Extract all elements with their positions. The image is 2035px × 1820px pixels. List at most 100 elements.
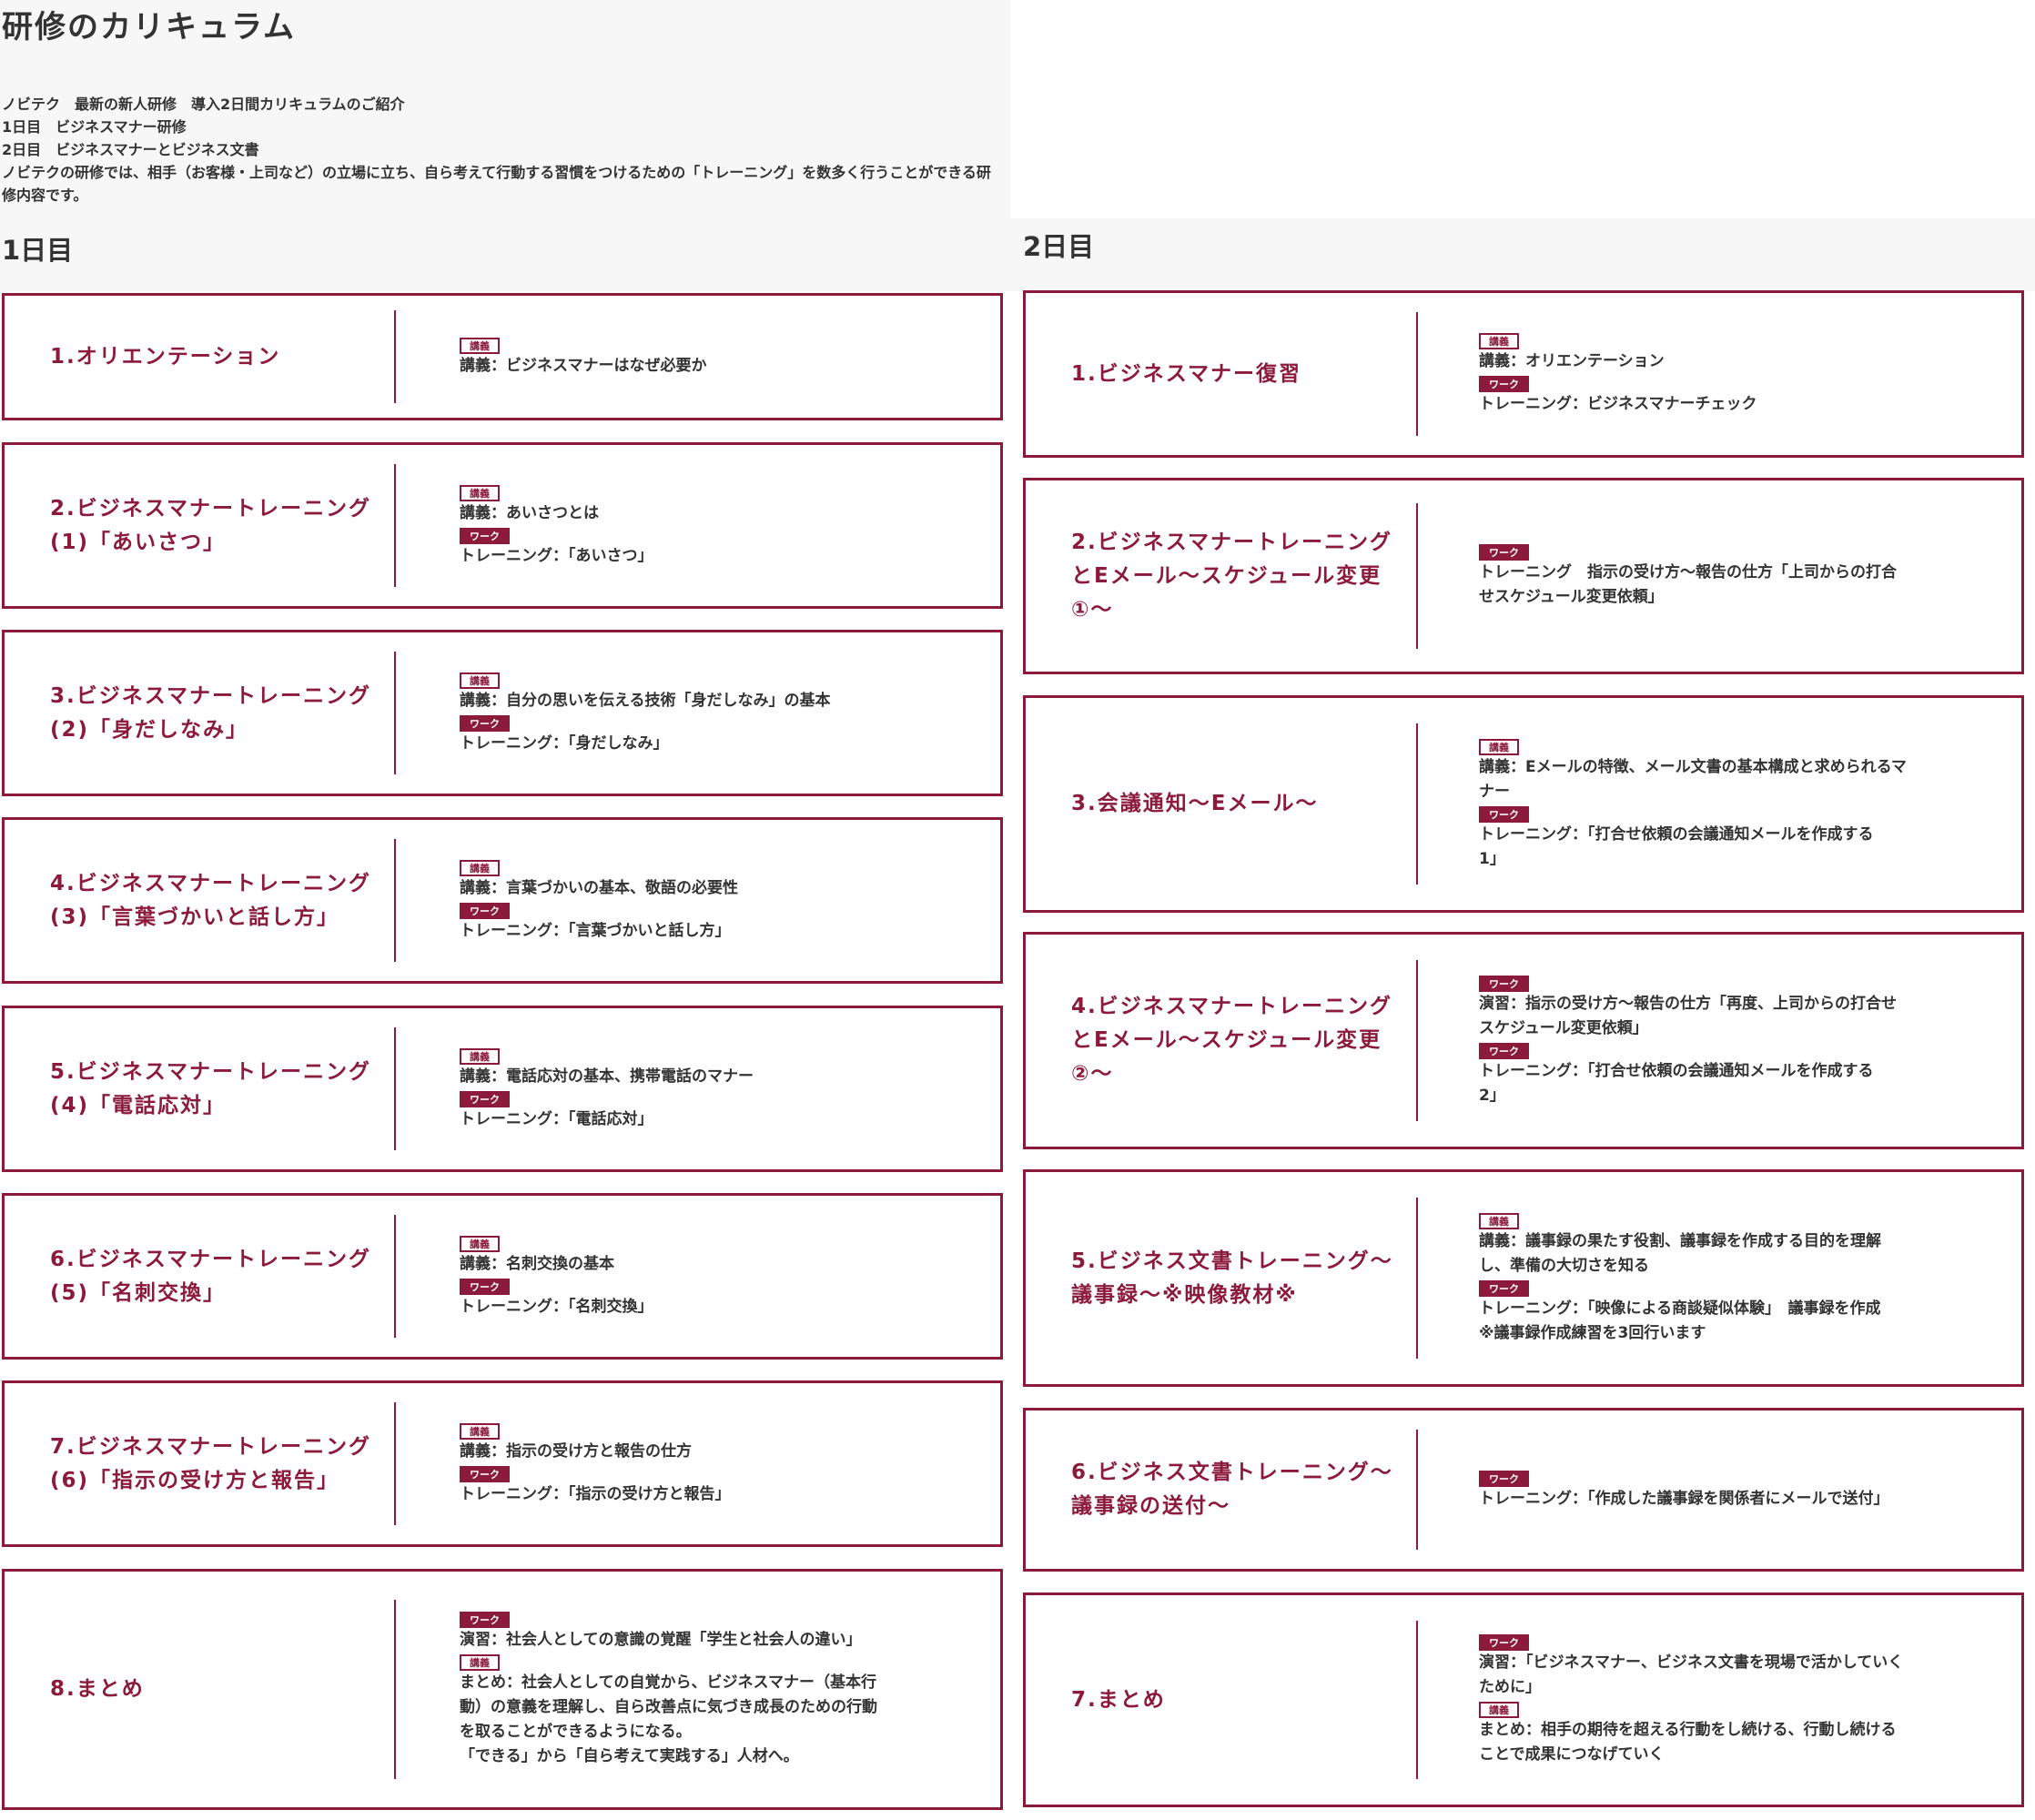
intro-text: ノビテク 最新の新人研修 導入2日間カリキュラムのご紹介 1日目 ビジネスマナー…: [2, 93, 994, 207]
session-title-line: 3.会議通知～Eメール～: [1071, 792, 1319, 815]
session-card: 1.オリエンテーション 講義 講義：ビジネスマナーはなぜ必要か: [2, 293, 1003, 420]
session-divider: [1416, 1620, 1418, 1780]
session-title-line: 2.ビジネスマナートレーニング: [1071, 530, 1393, 554]
session-title: 2.ビジネスマナートレーニング とEメール～スケジュール変更 ①～: [1071, 480, 1392, 672]
work-badge: ワーク: [1479, 1279, 1529, 1297]
session-title-line: 1.ビジネスマナー復習: [1071, 361, 1302, 386]
work-badge: ワーク: [460, 527, 510, 544]
session-title-line: ②～: [1071, 1062, 1114, 1086]
session-card: 4.ビジネスマナートレーニング とEメール～スケジュール変更 ②～ ワーク 演習：指示の…: [1023, 932, 2024, 1149]
day2-heading: 2日目: [1023, 231, 1095, 262]
session-card: 7.まとめ ワーク 演習：「ビジネスマナー、ビジネス文書を現場で活かしていく ために」…: [1023, 1592, 2024, 1807]
session-item-text: まとめ：社会人としての自覚から、ビジネスマナー（基本行: [460, 1673, 876, 1692]
session-title-line: とEメール～スケジュール変更: [1071, 563, 1382, 588]
session-title-line: とEメール～スケジュール変更: [1071, 1028, 1382, 1052]
session-title-line: 6.ビジネスマナートレーニング: [50, 1247, 372, 1271]
session-item-text: 講義：電話応対の基本、携帯電話のマナー: [460, 1067, 754, 1086]
session-item-text: トレーニング：「作成した議事録を関係者にメールで送付」: [1479, 1489, 1889, 1508]
lecture-badge: 講義: [460, 1654, 500, 1671]
lecture-badge: 講義: [460, 1422, 500, 1440]
session-item-text: 講義：ビジネスマナーはなぜ必要か: [460, 356, 707, 375]
lecture-badge: 講義: [460, 672, 500, 689]
session-item-text: まとめ：相手の期待を超える行動をし続ける、行動し続ける: [1479, 1721, 1897, 1739]
session-title-line: 3.ビジネスマナートレーニング: [50, 683, 372, 708]
session-card: 5.ビジネスマナートレーニング (4)「電話応対」 講義 講義：電話応対の基本、携帯電…: [2, 1006, 1003, 1172]
work-badge: ワーク: [460, 1465, 510, 1482]
session-card: 5.ビジネス文書トレーニング～ 議事録～※映像教材※ 講義 講義：議事録の果たす役割、…: [1023, 1169, 2024, 1387]
session-item-text: トレーニング：「指示の受け方と報告」: [460, 1484, 731, 1503]
day1-heading: 1日目: [2, 235, 74, 266]
session-title: 3.ビジネスマナートレーニング (2)「身だしなみ」: [50, 632, 371, 794]
work-badge: ワーク: [1479, 1470, 1529, 1487]
session-divider: [394, 652, 396, 774]
session-divider: [394, 1215, 396, 1338]
session-divider: [1416, 723, 1418, 885]
session-title-line: 7.ビジネスマナートレーニング: [50, 1434, 372, 1459]
lecture-badge: 講義: [460, 1235, 500, 1252]
work-badge: ワーク: [460, 902, 510, 919]
session-item-text: トレーニング：「言葉づかいと話し方」: [460, 921, 731, 940]
session-item-text: 「できる」から「自ら考えて実践する」人材へ。: [460, 1747, 799, 1765]
lecture-badge: 講義: [460, 859, 500, 876]
session-card: 7.ビジネスマナートレーニング (6)「指示の受け方と報告」 講義 講義：指示の受け方…: [2, 1380, 1003, 1547]
session-item-text: トレーニング：ビジネスマナーチェック: [1479, 395, 1757, 413]
session-title: 4.ビジネスマナートレーニング (3)「言葉づかいと話し方」: [50, 820, 371, 981]
lecture-badge: 講義: [1479, 333, 1519, 349]
session-card: 3.会議通知～Eメール～ 講義 講義：Eメールの特徴、メール文書の基本構成と求められ…: [1023, 695, 2024, 913]
session-title: 1.ビジネスマナー復習: [1071, 293, 1301, 455]
session-card: 8.まとめ ワーク 演習：社会人としての意識の覚醒「学生と社会人の違い」 講義 まとめ：…: [2, 1569, 1003, 1810]
work-badge: ワーク: [460, 714, 510, 732]
session-title-line: 1.オリエンテーション: [50, 344, 281, 369]
session-item-text: トレーニング：「映像による商談疑似体験」 議事録を作成: [1479, 1299, 1881, 1318]
session-title: 8.まとめ: [50, 1572, 145, 1807]
session-title-line: (1)「あいさつ」: [50, 530, 227, 554]
session-item-text: 講義：自分の思いを伝える技術「身だしなみ」の基本: [460, 691, 831, 710]
session-title-line: (3)「言葉づかいと話し方」: [50, 905, 340, 929]
session-item-text: トレーニング 指示の受け方～報告の仕方「上司からの打合: [1479, 563, 1897, 581]
session-divider: [394, 1600, 396, 1779]
session-title-line: 6.ビジネス文書トレーニング～: [1071, 1461, 1393, 1484]
session-item-text: ために」: [1479, 1678, 1541, 1696]
session-content: ワーク 演習：「ビジネスマナー、ビジネス文書を現場で活かしていく ために」 講義 まとめ…: [1479, 1595, 1989, 1805]
session-content: 講義講義：オリエンテーション ワークトレーニング：ビジネスマナーチェック: [1479, 293, 1989, 455]
session-item-text: トレーニング：「名刺交換」: [460, 1297, 653, 1316]
session-content: 講義講義：あいさつとは ワークトレーニング：「あいさつ」: [460, 445, 969, 606]
session-divider: [394, 839, 396, 962]
work-badge: ワーク: [1479, 376, 1529, 392]
session-item-text: 講義：指示の受け方と報告の仕方: [460, 1441, 692, 1461]
work-badge: ワーク: [1479, 805, 1529, 823]
session-item-text: 講義：オリエンテーション: [1479, 352, 1665, 370]
session-divider: [394, 464, 396, 587]
session-item-text: スケジュール変更依頼」: [1479, 1018, 1648, 1037]
intro-line: 2日目 ビジネスマナーとビジネス文書: [2, 141, 259, 158]
work-badge: ワーク: [460, 1090, 510, 1107]
session-item-text: トレーニング：「打合せ依頼の会議通知メールを作成する: [1479, 1061, 1874, 1080]
intro-line: ノビテクの研修では、相手（お客様・上司など）の立場に立ち、自ら考えて行動する習慣…: [2, 164, 991, 204]
work-badge: ワーク: [1479, 544, 1529, 561]
session-card: 4.ビジネスマナートレーニング (3)「言葉づかいと話し方」 講義 講義：言葉づかいの…: [2, 817, 1003, 984]
session-card: 1.ビジネスマナー復習 講義講義：オリエンテーション ワークトレーニング：ビジネスマ…: [1023, 290, 2024, 458]
session-item-text: 1」: [1479, 849, 1505, 868]
intro-line: 1日目 ビジネスマナー研修: [2, 118, 187, 136]
session-item-text: 講義：あいさつとは: [460, 503, 599, 522]
lecture-badge: 講義: [460, 484, 500, 501]
session-divider: [394, 1027, 396, 1150]
session-title-line: 4.ビジネスマナートレーニング: [1071, 995, 1393, 1018]
session-item-text: せスケジュール変更依頼」: [1479, 588, 1664, 606]
work-badge: ワーク: [460, 1278, 510, 1295]
session-divider: [394, 310, 396, 403]
session-divider: [1416, 1429, 1418, 1551]
session-title: 5.ビジネス文書トレーニング～ 議事録～※映像教材※: [1071, 1172, 1393, 1384]
session-divider: [394, 1402, 396, 1525]
session-title-line: 8.まとめ: [50, 1677, 145, 1701]
session-title: 6.ビジネス文書トレーニング～ 議事録の送付～: [1071, 1410, 1393, 1569]
session-title: 7.ビジネスマナートレーニング (6)「指示の受け方と報告」: [50, 1383, 371, 1544]
session-title: 1.オリエンテーション: [50, 296, 280, 418]
session-content: 講義 講義：指示の受け方と報告の仕方 ワークトレーニング：「指示の受け方と報告」: [460, 1383, 969, 1544]
session-item-text: トレーニング：「あいさつ」: [460, 546, 653, 565]
session-title-line: (6)「指示の受け方と報告」: [50, 1468, 340, 1492]
session-item-text: 演習：「ビジネスマナー、ビジネス文書を現場で活かしていく: [1479, 1653, 1904, 1672]
lecture-badge: 講義: [460, 1047, 500, 1065]
session-title-line: 4.ビジネスマナートレーニング: [50, 871, 372, 895]
work-badge: ワーク: [1479, 975, 1529, 992]
